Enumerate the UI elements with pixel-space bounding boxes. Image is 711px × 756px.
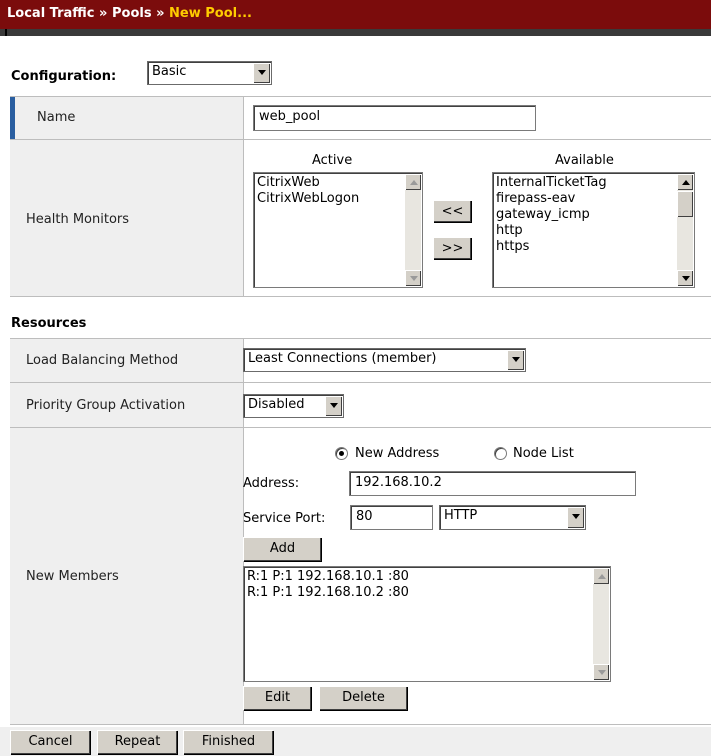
list-item[interactable]: CitrixWebLogon	[257, 191, 359, 207]
breadcrumb-local-traffic[interactable]: Local Traffic	[7, 6, 95, 21]
members-list[interactable]: R:1 P:1 192.168.10.1 :80 R:1 P:1 192.168…	[243, 566, 611, 682]
service-port-input[interactable]: 80	[350, 505, 433, 530]
breadcrumb-separator: »	[99, 6, 108, 21]
new-members-label: New Members	[26, 569, 119, 584]
service-port-label: Service Port:	[243, 511, 326, 526]
list-item[interactable]: https	[496, 239, 607, 255]
priority-select[interactable]: Disabled	[243, 394, 344, 418]
chevron-down-icon[interactable]	[567, 507, 584, 528]
finished-label: Finished	[201, 734, 256, 749]
lb-method-value: Least Connections (member)	[248, 351, 437, 366]
breadcrumb-separator: »	[156, 6, 165, 21]
configuration-select[interactable]: Basic	[147, 61, 272, 85]
chevron-down-icon[interactable]	[507, 350, 524, 370]
remove-monitor-label: >>	[441, 241, 464, 256]
name-label-cell: Name	[10, 97, 244, 140]
breadcrumb-current: New Pool...	[169, 6, 252, 21]
add-member-button[interactable]: Add	[243, 537, 321, 561]
scroll-up-icon[interactable]	[677, 174, 693, 190]
priority-row: Priority Group Activation	[10, 382, 711, 428]
health-monitors-label: Health Monitors	[26, 212, 130, 227]
address-label: Address:	[243, 476, 300, 491]
scrollbar[interactable]	[405, 174, 421, 286]
available-header: Available	[555, 153, 614, 168]
scroll-down-icon[interactable]	[593, 664, 609, 680]
new-members-label-cell: New Members	[10, 428, 244, 724]
members-items: R:1 P:1 192.168.10.1 :80 R:1 P:1 192.168…	[247, 569, 409, 601]
name-input[interactable]: web_pool	[253, 105, 536, 131]
available-monitors-items: InternalTicketTag firepass-eav gateway_i…	[496, 175, 607, 255]
lb-method-select[interactable]: Least Connections (member)	[243, 348, 526, 372]
edit-member-button[interactable]: Edit	[243, 686, 311, 710]
tab-bar	[0, 29, 711, 36]
required-indicator	[10, 97, 15, 140]
repeat-button[interactable]: Repeat	[97, 730, 177, 754]
list-item[interactable]: CitrixWeb	[257, 175, 359, 191]
new-address-radio[interactable]	[335, 447, 348, 460]
delete-member-button[interactable]: Delete	[319, 686, 407, 710]
cancel-label: Cancel	[28, 734, 73, 749]
scrollbar[interactable]	[677, 174, 693, 286]
service-port-value: 80	[356, 509, 373, 524]
list-item[interactable]: R:1 P:1 192.168.10.2 :80	[247, 585, 409, 601]
node-list-label: Node List	[513, 446, 574, 461]
chevron-down-icon[interactable]	[253, 63, 270, 83]
configuration-label: Configuration:	[11, 69, 117, 84]
available-monitors-list[interactable]: InternalTicketTag firepass-eav gateway_i…	[492, 172, 695, 288]
node-list-radio[interactable]	[494, 447, 507, 460]
health-monitors-label-cell: Health Monitors	[10, 140, 244, 296]
scrollbar[interactable]	[593, 568, 609, 680]
list-item[interactable]: http	[496, 223, 607, 239]
scroll-down-icon[interactable]	[405, 270, 421, 286]
list-item[interactable]: R:1 P:1 192.168.10.1 :80	[247, 569, 409, 585]
active-header: Active	[312, 153, 353, 168]
configuration-select-value: Basic	[152, 64, 187, 79]
list-item[interactable]: InternalTicketTag	[496, 175, 607, 191]
delete-member-label: Delete	[342, 690, 385, 705]
scroll-up-icon[interactable]	[405, 174, 421, 190]
active-monitors-list[interactable]: CitrixWeb CitrixWebLogon	[253, 172, 423, 288]
service-select-value: HTTP	[444, 508, 478, 523]
scroll-down-icon[interactable]	[677, 270, 693, 286]
name-input-value: web_pool	[259, 109, 321, 124]
priority-value: Disabled	[248, 397, 305, 412]
remove-monitor-button[interactable]: >>	[433, 237, 471, 259]
edit-member-label: Edit	[264, 690, 291, 705]
add-monitor-button[interactable]: <<	[433, 200, 471, 222]
add-member-label: Add	[269, 541, 296, 556]
breadcrumb-pools[interactable]: Pools	[112, 6, 152, 21]
scroll-up-icon[interactable]	[593, 568, 609, 584]
lb-method-label: Load Balancing Method	[26, 353, 179, 368]
new-address-label: New Address	[355, 446, 440, 461]
finished-button[interactable]: Finished	[183, 730, 273, 754]
tab-bar-tick	[5, 29, 7, 36]
priority-label: Priority Group Activation	[26, 398, 186, 413]
scroll-thumb[interactable]	[677, 191, 693, 217]
repeat-label: Repeat	[114, 734, 161, 749]
active-monitors-items: CitrixWeb CitrixWebLogon	[257, 175, 359, 207]
lb-method-label-cell: Load Balancing Method	[10, 339, 244, 383]
address-input[interactable]: 192.168.10.2	[349, 471, 636, 496]
resources-heading: Resources	[11, 316, 87, 331]
breadcrumb: Local Traffic » Pools » New Pool...	[7, 6, 252, 21]
priority-label-cell: Priority Group Activation	[10, 383, 244, 428]
name-label: Name	[37, 110, 76, 125]
list-item[interactable]: firepass-eav	[496, 191, 607, 207]
cancel-button[interactable]: Cancel	[10, 730, 90, 754]
service-select[interactable]: HTTP	[439, 505, 586, 530]
address-input-value: 192.168.10.2	[355, 475, 442, 490]
chevron-down-icon[interactable]	[325, 396, 342, 416]
add-monitor-label: <<	[441, 204, 464, 219]
breadcrumb-bar: Local Traffic » Pools » New Pool...	[0, 0, 711, 29]
list-item[interactable]: gateway_icmp	[496, 207, 607, 223]
